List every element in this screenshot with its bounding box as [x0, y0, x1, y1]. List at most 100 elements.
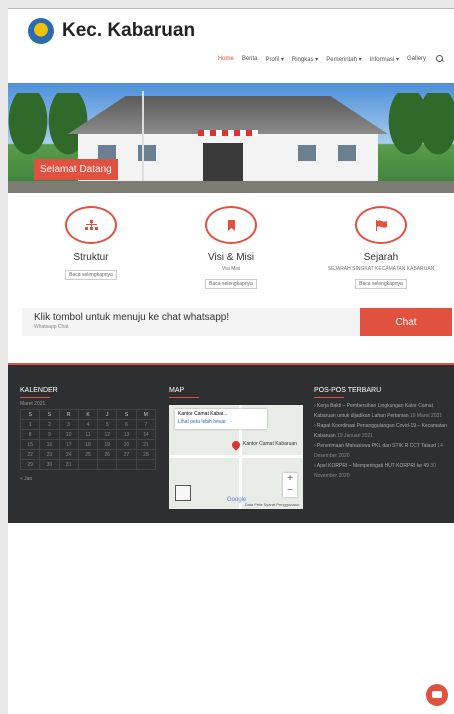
nav-item-profil[interactable]: Profil ▾ — [266, 56, 284, 63]
weekday-header: M — [135, 409, 157, 420]
flag-icon — [375, 219, 387, 231]
read-more-button[interactable]: Baca selengkapnya — [205, 279, 257, 289]
calendar-day: 12 — [97, 429, 118, 440]
site: Kec. Kabaruan Home Berita Profil ▾ Ringk… — [8, 8, 454, 714]
calendar-day: 14 — [135, 429, 157, 440]
calendar-day: 25 — [77, 449, 99, 460]
calendar-day: 2 — [39, 419, 60, 430]
read-more-button[interactable]: Baca selengkapnya — [65, 270, 117, 280]
site-logo[interactable]: Kec. Kabaruan — [28, 18, 195, 44]
weekday-header: S — [19, 409, 41, 420]
weekday-header: S — [116, 409, 137, 420]
calendar-prev-link[interactable]: « Jan — [20, 476, 156, 482]
footer: KALENDER Maret 2021 S S R K J S M 1 2 3 … — [8, 363, 454, 523]
nav-item-berita[interactable]: Berita — [242, 56, 258, 62]
zoom-in-button[interactable]: + — [283, 473, 297, 485]
post-date: 19 Maret 2021 — [409, 413, 443, 419]
building-door — [203, 143, 243, 183]
calendar-day: 26 — [97, 449, 118, 460]
map-larger-link[interactable]: Lihat peta lebih besar — [178, 419, 264, 425]
map-zoom-control: + − — [283, 473, 297, 497]
calendar-day: 1 — [19, 419, 41, 430]
org-chart-icon — [84, 219, 98, 230]
calendar-day: 31 — [58, 459, 79, 470]
calendar-day: 9 — [39, 429, 60, 440]
calendar-day — [135, 459, 157, 470]
ground — [8, 181, 454, 193]
calendar-day: 24 — [58, 449, 79, 460]
nav-item-ringkas[interactable]: Ringkas ▾ — [292, 56, 318, 63]
feature-circle[interactable] — [205, 206, 257, 244]
calendar-day: 18 — [77, 439, 99, 450]
calendar-day: 5 — [97, 419, 118, 430]
recent-posts-heading: POS-POS TERBARU — [314, 387, 382, 398]
hero-banner: Selamat Datang — [8, 83, 454, 193]
whatsapp-subtext: Whatsapp Chat — [34, 324, 69, 330]
calendar-day: 20 — [116, 439, 137, 450]
calendar-day: 11 — [77, 429, 99, 440]
calendar-day: 29 — [19, 459, 41, 470]
calendar-day: 6 — [116, 419, 137, 430]
building-roof — [68, 96, 388, 134]
calendar-day: 4 — [77, 419, 99, 430]
calendar-day — [77, 459, 99, 470]
read-more-button[interactable]: Baca selengkapnya — [355, 279, 407, 289]
calendar-table: S S R K J S M 1 2 3 4 5 6 7 8 9 10 11 12… — [19, 409, 157, 470]
feature-title: Visi & Misi — [208, 252, 254, 263]
post-title[interactable]: › Apel KORPRI – Memperingati HUT KORPRI … — [314, 463, 429, 469]
welcome-badge: Selamat Datang — [34, 159, 118, 180]
map-type-toggle[interactable] — [175, 485, 191, 501]
recent-post-link[interactable]: › Rapat Koordinasi Penanggulangan Covid-… — [314, 421, 448, 441]
google-logo: Google — [227, 497, 247, 503]
building-window — [338, 145, 356, 161]
nav-item-gallery[interactable]: Gallery — [407, 56, 426, 62]
calendar-day: 21 — [135, 439, 157, 450]
palm-tree — [408, 93, 454, 173]
map-road — [169, 455, 303, 458]
map-heading: MAP — [169, 387, 200, 398]
bookmark-icon — [227, 219, 235, 231]
map-legal-text[interactable]: Data Peta Syarat Penggunaan — [245, 502, 299, 507]
calendar-day: 17 — [58, 439, 79, 450]
search-icon[interactable] — [436, 55, 444, 63]
post-title[interactable]: › Penerimaan Mahasiswa PKL dari STIK R C… — [314, 443, 436, 449]
recent-post-link[interactable]: › Kerja Bakti – Pembersihan Lingkungan K… — [314, 401, 448, 421]
chat-button[interactable]: Chat — [360, 308, 452, 336]
nav-item-informasi[interactable]: Informasi ▾ — [370, 56, 399, 63]
building-window — [298, 145, 316, 161]
feature-circle[interactable] — [65, 206, 117, 244]
map-place-title: Kantor Camat Kabar... — [178, 411, 228, 417]
feature-struktur: Struktur Baca selengkapnya — [18, 206, 164, 281]
calendar-day: 28 — [135, 449, 157, 460]
calendar-heading: KALENDER — [20, 387, 58, 398]
feature-title: Struktur — [73, 252, 109, 263]
calendar-day: 10 — [58, 429, 79, 440]
calendar-day: 22 — [19, 449, 41, 460]
post-date: 19 Januari 2021 — [337, 433, 373, 439]
feature-circle[interactable] — [355, 206, 407, 244]
weekday-header: J — [97, 409, 118, 420]
recent-post-link[interactable]: › Penerimaan Mahasiswa PKL dari STIK R C… — [314, 441, 448, 461]
bunting-decoration — [198, 130, 258, 136]
feature-subtitle: SEJARAH SINGKAT KECAMATAN KABARUAN — [327, 266, 435, 272]
nav-item-home[interactable]: Home — [218, 56, 234, 62]
calendar-day: 3 — [58, 419, 79, 430]
calendar-day: 23 — [39, 449, 60, 460]
map-pin-label: Kantor Camat Kabaruan — [243, 441, 297, 447]
chat-bubble-icon[interactable] — [426, 684, 448, 706]
emblem-icon — [28, 18, 54, 44]
recent-post-link[interactable]: › Apel KORPRI – Memperingati HUT KORPRI … — [314, 461, 448, 481]
calendar-day: 30 — [39, 459, 60, 470]
calendar-day: 8 — [19, 429, 41, 440]
weekday-header: K — [77, 409, 99, 420]
zoom-out-button[interactable]: − — [283, 485, 297, 497]
whatsapp-text: Klik tombol untuk menuju ke chat whatsap… — [34, 312, 230, 323]
building-window — [138, 145, 156, 161]
nav-item-pemerintah[interactable]: Pemerintah ▾ — [326, 56, 361, 63]
calendar-day — [97, 459, 118, 470]
map-widget[interactable]: Kantor Camat Kabar... Lihat peta lebih b… — [169, 405, 303, 509]
calendar-day: 15 — [19, 439, 41, 450]
calendar-day: 16 — [39, 439, 60, 450]
post-title[interactable]: › Rapat Koordinasi Penanggulangan Covid-… — [314, 423, 447, 439]
main-nav: Home Berita Profil ▾ Ringkas ▾ Pemerinta… — [210, 55, 444, 63]
